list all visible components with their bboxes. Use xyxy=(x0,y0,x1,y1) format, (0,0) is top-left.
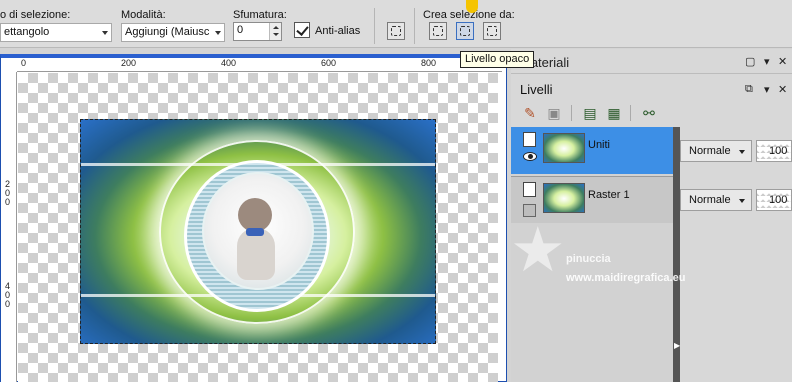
layers-panel-header: Livelli ⧉ ▾ ✕ xyxy=(511,78,792,100)
blend-mode-dropdown[interactable]: Normale xyxy=(680,189,752,211)
tooltip: Livello opaco xyxy=(460,51,535,68)
feather-label: Sfumatura: xyxy=(233,9,287,21)
tools-divider xyxy=(571,105,572,121)
image-window[interactable]: 0 200 400 600 800 200 400 xyxy=(0,54,507,382)
layer-mask-icon[interactable]: ▣ xyxy=(545,104,563,122)
opaque-layer-icon xyxy=(460,26,470,36)
new-layer-icon[interactable]: ▦ xyxy=(605,104,623,122)
selection-type-dropdown[interactable]: ettangolo xyxy=(0,23,112,42)
bunny-head xyxy=(238,198,272,232)
spin-down-icon[interactable] xyxy=(273,33,279,36)
layer-thumbnail xyxy=(543,133,585,163)
create-from-mask-button[interactable] xyxy=(483,22,501,40)
layer-name[interactable]: Uniti xyxy=(588,139,610,151)
spin-buttons[interactable] xyxy=(269,23,281,40)
materials-panel-header: Materiali ▢ ▾ ✕ xyxy=(511,49,792,74)
raster-layer-icon xyxy=(523,132,536,147)
toolbar-divider xyxy=(374,8,375,44)
antialias-checkbox[interactable] xyxy=(294,22,310,38)
create-from-opaque-button[interactable] xyxy=(456,22,474,40)
layers-toolbar: ✎ ▣ ▤ ▦ ⚯ xyxy=(511,102,792,126)
watermark-name: pinuccia xyxy=(566,253,611,265)
edit-layer-icon[interactable]: ✎ xyxy=(521,104,539,122)
spin-up-icon[interactable] xyxy=(273,26,279,29)
layer-selection-icon xyxy=(433,26,443,36)
layers-title: Livelli xyxy=(520,82,553,97)
mode-label: Modalità: xyxy=(121,9,166,21)
chevron-down-icon xyxy=(739,199,745,203)
antialias-label: Anti-alias xyxy=(315,25,361,37)
selection-icon xyxy=(391,26,401,36)
transparent-canvas[interactable] xyxy=(18,73,498,382)
feather-spinbox[interactable]: 0 xyxy=(233,22,282,41)
window-restore-icon[interactable]: ▢ xyxy=(745,55,755,68)
star-logo-icon: ★ xyxy=(510,216,566,285)
chevron-down-icon xyxy=(102,31,108,35)
chevron-down-icon xyxy=(739,150,745,154)
layer-properties-icon[interactable]: ▤ xyxy=(581,104,599,122)
tool-options-bar: o di selezione: ettangolo Modalità: Aggi… xyxy=(0,0,792,48)
close-icon[interactable]: ✕ xyxy=(778,55,787,68)
horizontal-ruler: 0 200 400 600 800 xyxy=(17,58,502,72)
close-icon[interactable]: ✕ xyxy=(778,83,787,96)
link-icon[interactable]: ⚯ xyxy=(640,104,658,122)
chevron-down-icon xyxy=(215,31,221,35)
mode-dropdown[interactable]: Aggiungi (Maiusc xyxy=(121,23,225,42)
raster-layer-icon xyxy=(523,182,536,197)
window-restore-icon[interactable]: ⧉ xyxy=(745,83,753,96)
selection-type-label: o di selezione: xyxy=(0,9,71,21)
layer-thumbnail xyxy=(543,183,585,213)
blend-mode-dropdown[interactable]: Normale xyxy=(680,140,752,162)
create-from-layer-button[interactable] xyxy=(429,22,447,40)
mouse-pointer-icon xyxy=(466,0,478,13)
visibility-eye-icon[interactable] xyxy=(523,152,537,161)
vertical-ruler: 200 400 xyxy=(1,72,17,382)
opacity-field[interactable]: 100 xyxy=(756,189,792,211)
layer-row-uniti[interactable]: Uniti xyxy=(511,127,673,174)
tools-divider xyxy=(630,105,631,121)
blue-bow xyxy=(246,228,264,236)
selection-options-button[interactable] xyxy=(387,22,405,40)
pin-icon[interactable]: ▾ xyxy=(764,55,770,68)
mask-selection-icon xyxy=(487,26,497,36)
watermark-url: www.maidiregrafica.eu xyxy=(566,272,686,284)
layer-name[interactable]: Raster 1 xyxy=(588,189,630,201)
pin-icon[interactable]: ▾ xyxy=(764,83,770,96)
toolbar-divider xyxy=(414,8,415,44)
artwork-image[interactable] xyxy=(80,119,436,344)
watermark: ★ pinuccia www.maidiregrafica.eu xyxy=(510,220,720,300)
opacity-field[interactable]: 100 xyxy=(756,140,792,162)
